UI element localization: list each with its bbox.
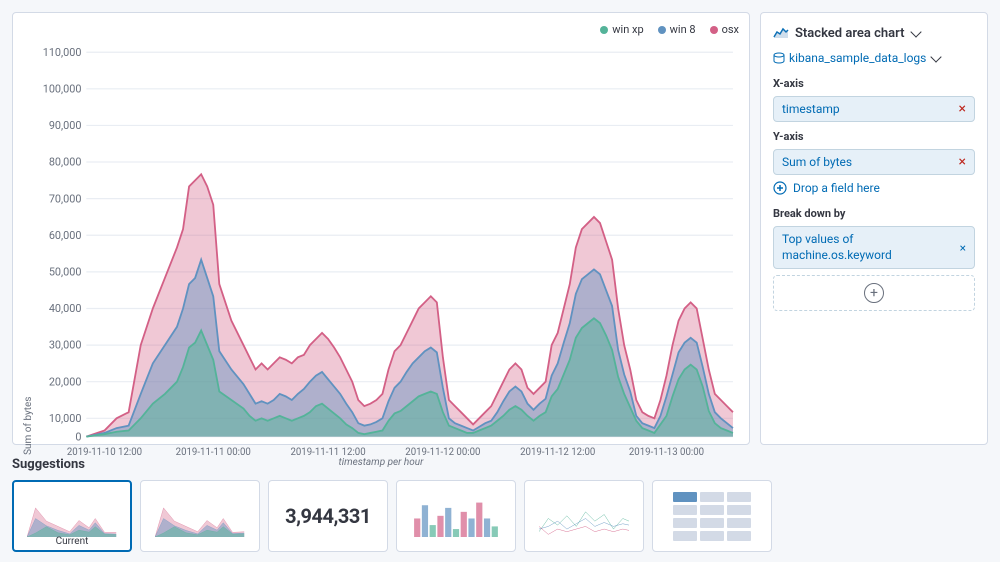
suggestion-card-3[interactable] — [524, 480, 644, 552]
suggestions-title: Suggestions — [12, 457, 988, 472]
svg-text:100,000: 100,000 — [43, 82, 82, 95]
breakdown-section-label: Break down by — [773, 207, 975, 220]
legend-item-winxp: win xp — [600, 23, 643, 36]
svg-text:30,000: 30,000 — [49, 339, 82, 352]
datasource-label: kibana_sample_data_logs — [789, 51, 926, 65]
y-axis-label: Sum of bytes — [23, 40, 34, 455]
plus-icon — [773, 181, 787, 195]
breakdown-field-tag: Top values of machine.os.keyword × — [773, 226, 975, 269]
svg-text:2019-11-12 12:00: 2019-11-12 12:00 — [520, 447, 595, 455]
y-axis-remove-button[interactable]: × — [959, 155, 966, 169]
svg-text:2019-11-13 00:00: 2019-11-13 00:00 — [629, 447, 704, 455]
svg-text:2019-11-12 00:00: 2019-11-12 00:00 — [405, 447, 480, 455]
chart-type-icon — [773, 25, 789, 41]
x-axis-field-tag: timestamp × — [773, 96, 975, 122]
y-axis-field-label: Sum of bytes — [782, 155, 852, 169]
datasource-chevron[interactable] — [931, 51, 942, 62]
y-axis-field-tag: Sum of bytes × — [773, 149, 975, 175]
suggestion-label-current: Current — [56, 536, 89, 547]
legend-label-win8: win 8 — [670, 23, 696, 36]
suggestion-card-table[interactable] — [652, 480, 772, 552]
svg-text:10,000: 10,000 — [49, 412, 82, 425]
suggestion-card-2[interactable] — [396, 480, 516, 552]
suggestion-card-current[interactable]: Current — [12, 480, 132, 552]
drop-field-button[interactable]: Drop a field here — [773, 181, 975, 195]
x-axis-section-label: X-axis — [773, 77, 975, 90]
x-axis-remove-button[interactable]: × — [959, 102, 966, 116]
drop-field-label: Drop a field here — [793, 181, 880, 195]
suggestion-card-1[interactable] — [140, 480, 260, 552]
svg-text:20,000: 20,000 — [49, 375, 82, 388]
legend-label-osx: osx — [722, 23, 739, 36]
breakdown-plus-circle[interactable]: + — [864, 283, 884, 303]
datasource-icon — [773, 52, 785, 64]
suggestions-row: Current 3,944,331 — [12, 480, 988, 552]
chart-body: Sum of bytes 110,00 — [23, 40, 739, 455]
panel-title-chevron[interactable] — [911, 26, 922, 37]
suggestion-mini-chart-1 — [27, 492, 117, 537]
suggestions-area: Suggestions Current — [0, 457, 1000, 562]
svg-text:70,000: 70,000 — [49, 192, 82, 205]
chart-svg: 110,000 100,000 90,000 80,000 70,000 60,… — [38, 40, 739, 455]
chart-inner: 110,000 100,000 90,000 80,000 70,000 60,… — [38, 40, 739, 455]
svg-text:110,000: 110,000 — [43, 46, 82, 59]
datasource-row[interactable]: kibana_sample_data_logs — [773, 51, 975, 65]
svg-text:2019-11-11 12:00: 2019-11-11 12:00 — [290, 447, 365, 455]
svg-text:90,000: 90,000 — [49, 119, 82, 132]
svg-text:2019-11-10 12:00: 2019-11-10 12:00 — [67, 447, 142, 455]
suggestion-mini-chart-3 — [411, 492, 501, 537]
y-axis-section-label: Y-axis — [773, 130, 975, 143]
legend-label-winxp: win xp — [612, 23, 643, 36]
right-panel: Stacked area chart kibana_sample_data_lo… — [760, 12, 988, 445]
svg-text:2019-11-11 00:00: 2019-11-11 00:00 — [176, 447, 251, 455]
svg-text:80,000: 80,000 — [49, 156, 82, 169]
panel-title: Stacked area chart — [795, 26, 904, 41]
breakdown-drop-zone[interactable]: + — [773, 275, 975, 311]
legend-dot-osx — [710, 26, 718, 34]
chart-legend: win xp win 8 osx — [23, 23, 739, 36]
x-axis-field-label: timestamp — [782, 102, 840, 116]
suggestion-number-value: 3,944,331 — [285, 504, 371, 528]
svg-text:0: 0 — [75, 430, 81, 443]
table-grid-icon — [665, 484, 759, 549]
svg-text:40,000: 40,000 — [49, 302, 82, 315]
breakdown-remove-button[interactable]: × — [960, 241, 966, 255]
suggestion-mini-chart-4 — [539, 492, 629, 537]
legend-item-win8: win 8 — [658, 23, 696, 36]
legend-dot-win8 — [658, 26, 666, 34]
suggestion-mini-chart-2 — [155, 492, 245, 537]
svg-text:50,000: 50,000 — [49, 265, 82, 278]
panel-header: Stacked area chart — [773, 25, 975, 41]
breakdown-field-label: Top values of machine.os.keyword — [782, 232, 892, 263]
legend-dot-winxp — [600, 26, 608, 34]
legend-item-osx: osx — [710, 23, 739, 36]
suggestion-card-number[interactable]: 3,944,331 — [268, 480, 388, 552]
chart-panel: win xp win 8 osx Sum of bytes — [12, 12, 750, 445]
svg-text:60,000: 60,000 — [49, 229, 82, 242]
